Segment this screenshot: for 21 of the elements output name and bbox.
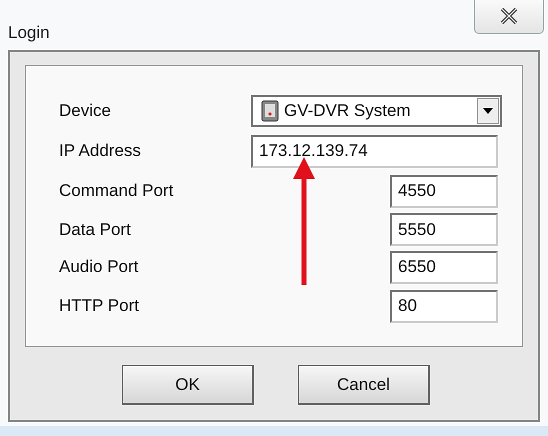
field-label: Audio Port bbox=[59, 256, 138, 278]
field-label: IP Address bbox=[59, 140, 141, 162]
device-dropdown[interactable]: GV-DVR System bbox=[251, 95, 502, 127]
dropdown-value: GV-DVR System bbox=[284, 100, 412, 122]
input-field[interactable]: 80 bbox=[390, 290, 498, 322]
input-field[interactable]: 4550 bbox=[390, 174, 498, 208]
window-title: Login bbox=[8, 22, 50, 44]
device-icon bbox=[261, 100, 279, 122]
caret-icon bbox=[483, 108, 493, 114]
input-field[interactable]: 173.12.139.74 bbox=[251, 134, 498, 168]
input-field[interactable]: 6550 bbox=[390, 250, 498, 284]
field-label: HTTP Port bbox=[59, 295, 139, 318]
field-label: Device bbox=[59, 100, 111, 122]
input-field[interactable]: 5550 bbox=[390, 213, 498, 246]
dropdown-arrow-button[interactable] bbox=[477, 98, 499, 124]
dialog-button[interactable]: Cancel bbox=[298, 365, 430, 405]
dialog-button[interactable]: OK bbox=[122, 365, 254, 405]
field-label: Command Port bbox=[59, 180, 174, 202]
close-button[interactable] bbox=[474, 0, 544, 34]
close-icon bbox=[500, 8, 518, 24]
field-label: Data Port bbox=[59, 218, 131, 241]
